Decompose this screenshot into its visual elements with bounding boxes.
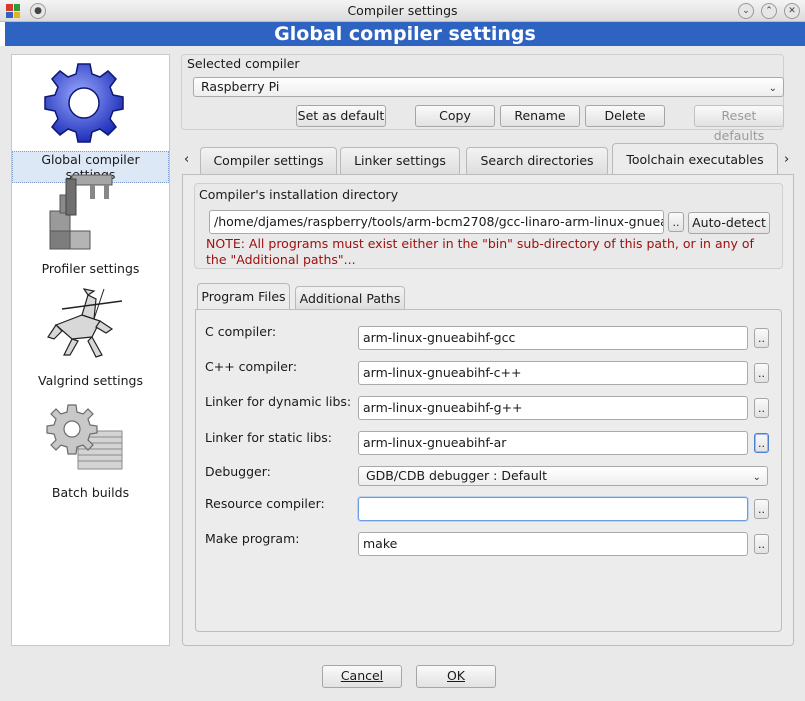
sidebar-item-profiler-settings[interactable]: Profiler settings [12, 169, 169, 279]
gear-icon [44, 63, 124, 143]
copy-button[interactable]: Copy [415, 105, 495, 127]
tab-scroll-right-icon[interactable]: › [784, 152, 789, 167]
dynamic-linker-input[interactable]: arm-linux-gnueabihf-g++ [358, 396, 748, 420]
resource-compiler-label: Resource compiler: [205, 496, 325, 511]
set-as-default-button[interactable]: Set as default [296, 105, 386, 127]
delete-button[interactable]: Delete [585, 105, 665, 127]
cancel-button[interactable]: Cancel [322, 665, 402, 688]
tab-search-directories[interactable]: Search directories [466, 147, 608, 174]
minimize-button[interactable]: ⌄ [738, 3, 754, 19]
sidebar-item-batch-builds[interactable]: Batch builds [12, 393, 169, 503]
install-dir-browse-button[interactable]: .. [668, 212, 684, 232]
rename-button[interactable]: Rename [500, 105, 580, 127]
batch-builds-icon [46, 404, 123, 470]
resource-compiler-browse-button[interactable]: .. [754, 499, 769, 519]
cpp-compiler-label: C++ compiler: [205, 359, 298, 374]
make-program-input[interactable]: make [358, 532, 748, 556]
debugger-select-value: GDB/CDB debugger : Default [366, 468, 548, 483]
tab-scroll-left-icon[interactable]: ‹ [184, 152, 189, 167]
ok-button[interactable]: OK [416, 665, 496, 688]
window-title: Compiler settings [347, 3, 458, 18]
auto-detect-button[interactable]: Auto-detect [688, 212, 770, 234]
tab-toolchain-executables[interactable]: Toolchain executables [612, 143, 778, 174]
c-compiler-label: C compiler: [205, 324, 277, 339]
c-compiler-input[interactable]: arm-linux-gnueabihf-gcc [358, 326, 748, 350]
cpp-compiler-input[interactable]: arm-linux-gnueabihf-c++ [358, 361, 748, 385]
reset-defaults-button[interactable]: Reset defaults [694, 105, 784, 143]
sidebar-item-label: Valgrind settings [38, 373, 143, 388]
tab-linker-settings[interactable]: Linker settings [340, 147, 460, 174]
sidebar-item-label: Profiler settings [41, 261, 140, 276]
maximize-button[interactable]: ⌃ [761, 3, 777, 19]
make-program-browse-button[interactable]: .. [754, 534, 769, 554]
selected-compiler-group: Selected compiler Raspberry Pi ⌄ Set as … [181, 54, 784, 143]
c-compiler-browse-button[interactable]: .. [754, 328, 769, 348]
dynamic-linker-browse-button[interactable]: .. [754, 398, 769, 418]
cpp-compiler-browse-button[interactable]: .. [754, 363, 769, 383]
chevron-down-icon: ⌄ [768, 83, 777, 94]
valgrind-icon [47, 288, 123, 358]
profiler-icon [49, 174, 113, 250]
sidebar-item-label: Batch builds [51, 485, 130, 500]
static-linker-input[interactable]: arm-linux-gnueabihf-ar [358, 431, 748, 455]
close-button[interactable]: ✕ [784, 3, 800, 19]
debugger-label: Debugger: [205, 464, 271, 479]
make-program-label: Make program: [205, 531, 300, 546]
tab-compiler-settings[interactable]: Compiler settings [200, 147, 337, 174]
compiler-select-value: Raspberry Pi [201, 79, 280, 94]
sidebar-item-global-compiler-settings[interactable]: Global compiler settings [12, 55, 169, 183]
install-dir-note: NOTE: All programs must exist either in … [206, 236, 754, 267]
compiler-select[interactable]: Raspberry Pi ⌄ [193, 77, 784, 97]
tab-program-files[interactable]: Program Files [197, 283, 290, 310]
chevron-down-icon: ⌄ [752, 472, 761, 483]
install-dir-group: Compiler's installation directory /home/… [194, 183, 783, 269]
tab-additional-paths[interactable]: Additional Paths [295, 286, 405, 310]
install-dir-input[interactable]: /home/djames/raspberry/tools/arm-bcm2708… [209, 210, 664, 234]
settings-sidebar: Global compiler settings Profiler settin… [11, 54, 170, 646]
dialog-header: Global compiler settings [5, 22, 805, 46]
resource-compiler-input[interactable] [358, 497, 748, 521]
debugger-select[interactable]: GDB/CDB debugger : Default ⌄ [358, 466, 768, 486]
selected-compiler-label: Selected compiler [187, 56, 300, 71]
static-linker-browse-button[interactable]: .. [754, 433, 769, 453]
title-bar: ● Compiler settings ⌄ ⌃ ✕ [0, 0, 805, 22]
sidebar-item-valgrind-settings[interactable]: Valgrind settings [12, 281, 169, 391]
install-dir-label: Compiler's installation directory [199, 187, 399, 202]
dynamic-linker-label: Linker for dynamic libs: [205, 394, 352, 409]
static-linker-label: Linker for static libs: [205, 430, 333, 445]
